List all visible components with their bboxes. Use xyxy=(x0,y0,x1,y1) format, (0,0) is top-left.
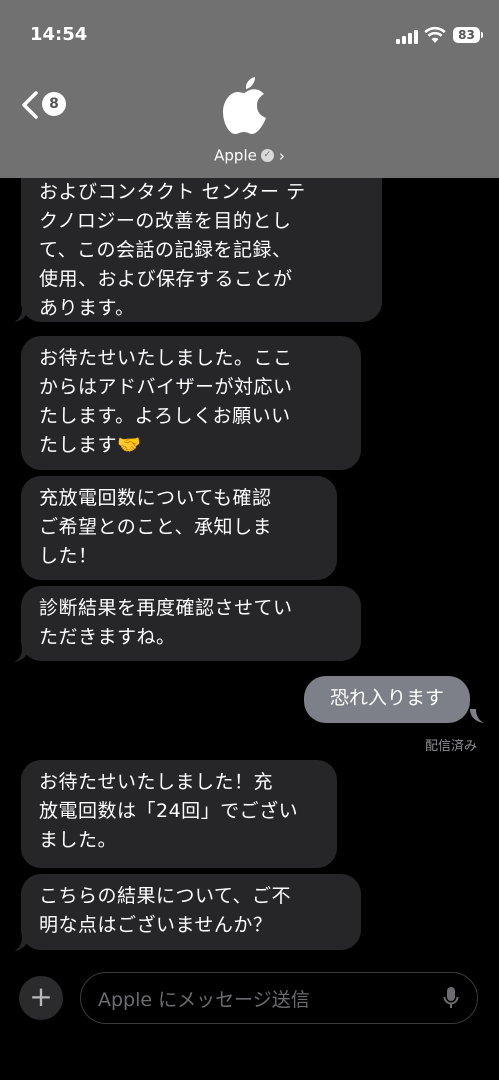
verified-badge-icon: ✓ xyxy=(260,149,274,162)
conversation-header: 14:54 83 8 Apple ✓ › xyxy=(0,0,499,178)
cellular-signal-icon xyxy=(396,30,418,44)
battery-icon xyxy=(481,32,483,38)
microphone-icon[interactable] xyxy=(443,986,459,1010)
contact-name: Apple xyxy=(214,146,257,165)
unread-count-badge: 8 xyxy=(42,92,66,116)
message-input[interactable]: Apple にメッセージ送信 xyxy=(80,972,478,1024)
wifi-icon xyxy=(424,26,446,43)
apple-logo-icon[interactable] xyxy=(220,74,272,136)
bubble-tail xyxy=(14,308,28,322)
add-attachment-button[interactable]: + xyxy=(19,976,63,1020)
chevron-right-icon: › xyxy=(278,146,285,165)
bubble-tail xyxy=(14,648,28,662)
contact-name-button[interactable]: Apple ✓ › xyxy=(0,146,499,165)
chevron-left-icon xyxy=(22,91,38,119)
status-bar: 14:54 83 xyxy=(0,0,499,70)
message-incoming[interactable]: お待たせいたしました！充 放電回数は「24回」でござい ました。 xyxy=(21,760,337,868)
message-incoming[interactable]: お待たせいたしました。ここ からはアドバイザーが対応い たします。よろしくお願い… xyxy=(21,336,361,470)
message-outgoing[interactable]: 恐れ入ります xyxy=(304,676,470,723)
bubble-tail xyxy=(14,937,28,951)
delivered-status: 配信済み xyxy=(424,739,477,754)
message-incoming[interactable]: こちらの結果について、ご不 明な点はございませんか？ xyxy=(21,874,361,950)
battery-level: 83 xyxy=(453,27,480,43)
message-input-placeholder: Apple にメッセージ送信 xyxy=(98,989,310,1011)
message-incoming[interactable]: 診断結果を再度確認させてい ただきますね。 xyxy=(21,586,361,661)
status-time: 14:54 xyxy=(30,24,88,45)
message-incoming[interactable]: 充放電回数についても確認 ご希望とのこと、承知しま した！ xyxy=(21,476,337,580)
bubble-tail xyxy=(470,709,484,723)
back-button[interactable]: 8 xyxy=(18,88,70,122)
